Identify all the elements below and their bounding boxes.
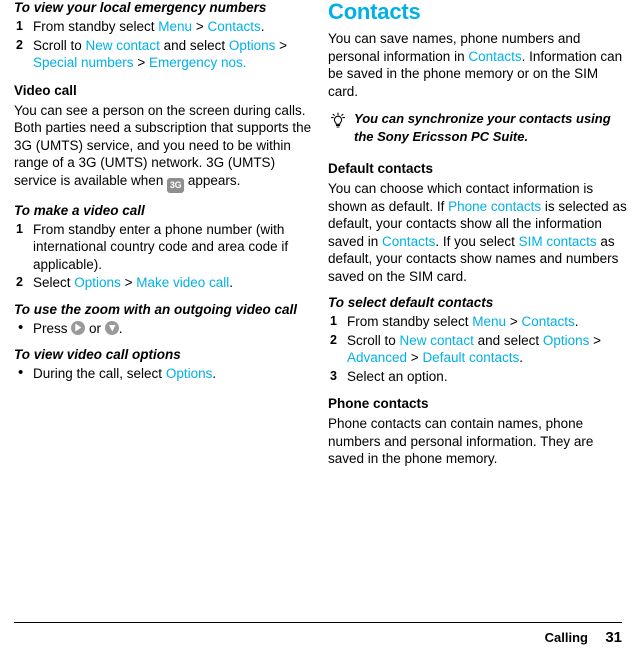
menu-reference: Emergency nos. (148, 55, 247, 70)
list-item: Select Options > Make video call. (14, 274, 314, 292)
text-run: From standby enter a phone number (with … (33, 221, 289, 272)
menu-reference: Options (165, 366, 213, 381)
text-run: . (212, 366, 217, 381)
right-column: Contacts You can save names, phone numbe… (328, 0, 628, 478)
volume-up-key-icon (71, 320, 86, 335)
list-item: Scroll to New contact and select Options… (328, 332, 628, 367)
steps-view-emergency-numbers: From standby select Menu > Contacts. Scro… (14, 18, 314, 72)
menu-reference: Contacts (521, 314, 575, 329)
text-run: and select (473, 332, 543, 348)
menu-reference: Contacts (468, 48, 522, 64)
menu-reference: Menu (472, 314, 507, 329)
menu-reference: Special numbers (33, 55, 134, 70)
text-run: . (574, 314, 579, 329)
text-run: appears. (184, 172, 241, 188)
menu-reference: Contacts (382, 233, 436, 249)
text-run: Select (33, 275, 75, 290)
text-run: . (260, 19, 265, 34)
menu-reference: Options (542, 332, 590, 348)
text-run: Phone contacts can contain names, phone … (328, 416, 594, 466)
heading-view-emergency-numbers: To view your local emergency numbers (14, 0, 267, 15)
text-run: > (275, 37, 288, 53)
three-g-icon: 3G (167, 177, 185, 193)
lightbulb-icon (328, 111, 348, 131)
text-run: > (589, 332, 602, 348)
heading-phone-contacts: Phone contacts (328, 396, 429, 411)
list-item: From standby enter a phone number (with … (14, 221, 314, 274)
heading-use-zoom-outgoing-video-call: To use the zoom with an outgoing video c… (14, 301, 298, 317)
heading-select-default-contacts: To select default contacts (328, 295, 494, 310)
text-run: During the call, select (33, 366, 166, 381)
text-run: You can see a person on the screen durin… (14, 102, 312, 188)
menu-reference: New contact (399, 332, 474, 348)
left-column: To view your local emergency numbers Fro… (14, 0, 314, 393)
text-run: Scroll to (33, 37, 86, 53)
list-item: Select an option. (328, 368, 628, 386)
text-run: From standby select (347, 314, 473, 329)
volume-down-key-icon (104, 320, 119, 335)
steps-select-default-contacts: From standby select Menu > Contacts. Scro… (328, 313, 628, 385)
menu-reference: Options (228, 37, 276, 53)
footer-divider (14, 622, 622, 623)
text-run: . (229, 275, 234, 290)
paragraph-phone-contacts: Phone contacts can contain names, phone … (328, 415, 628, 468)
text-run: > (407, 350, 423, 365)
tip-text: You can synchronize your contacts using … (354, 111, 611, 144)
menu-reference: Options (74, 275, 121, 290)
text-run: and select (159, 37, 229, 53)
manual-page: To view your local emergency numbers Fro… (0, 0, 636, 653)
bullets-view-video-call-options: During the call, select Options. (14, 364, 314, 383)
tip-box: You can synchronize your contacts using … (328, 110, 628, 146)
text-run: . (519, 350, 524, 365)
menu-reference: SIM contacts (518, 233, 597, 249)
list-item: Scroll to New contact and select Options… (14, 37, 314, 72)
menu-reference: Make video call (136, 275, 230, 290)
heading-view-video-call-options: To view video call options (14, 347, 181, 362)
text-run: > (120, 275, 137, 290)
text-run: . If you select (435, 233, 519, 249)
paragraph-contacts-intro: You can save names, phone numbers and pe… (328, 30, 628, 100)
list-item: From standby select Menu > Contacts. (328, 313, 628, 331)
menu-reference: New contact (85, 37, 160, 53)
menu-reference: Menu (158, 19, 193, 34)
paragraph-default-contacts: You can choose which contact information… (328, 180, 628, 285)
footer-section-label: Calling (544, 630, 588, 645)
list-item: During the call, select Options. (14, 364, 314, 383)
footer-page-number: 31 (605, 629, 622, 646)
text-run: or (85, 320, 105, 336)
heading-video-call: Video call (14, 82, 77, 98)
text-run: Scroll to (347, 332, 400, 348)
list-item: From standby select Menu > Contacts. (14, 18, 314, 36)
text-run: > (506, 314, 522, 329)
menu-reference: Contacts (207, 19, 261, 34)
menu-reference: Default contacts (422, 350, 520, 365)
heading-make-video-call: To make a video call (14, 202, 145, 218)
text-run: . (118, 320, 123, 336)
text-run: > (192, 19, 208, 34)
text-run: Select an option. (347, 368, 448, 384)
text-run: From standby select (33, 19, 159, 34)
menu-reference: Phone contacts (448, 198, 542, 214)
list-item: Press or . (14, 319, 314, 338)
bullets-use-zoom: Press or . (14, 319, 314, 338)
text-run: Press (33, 320, 72, 336)
page-title: Contacts (328, 0, 421, 24)
steps-make-video-call: From standby enter a phone number (with … (14, 221, 314, 292)
paragraph-video-call: You can see a person on the screen durin… (14, 102, 314, 193)
menu-reference: Advanced (347, 350, 408, 365)
page-footer: Calling 31 (0, 613, 636, 653)
heading-default-contacts: Default contacts (328, 161, 434, 176)
text-run: > (133, 55, 149, 70)
